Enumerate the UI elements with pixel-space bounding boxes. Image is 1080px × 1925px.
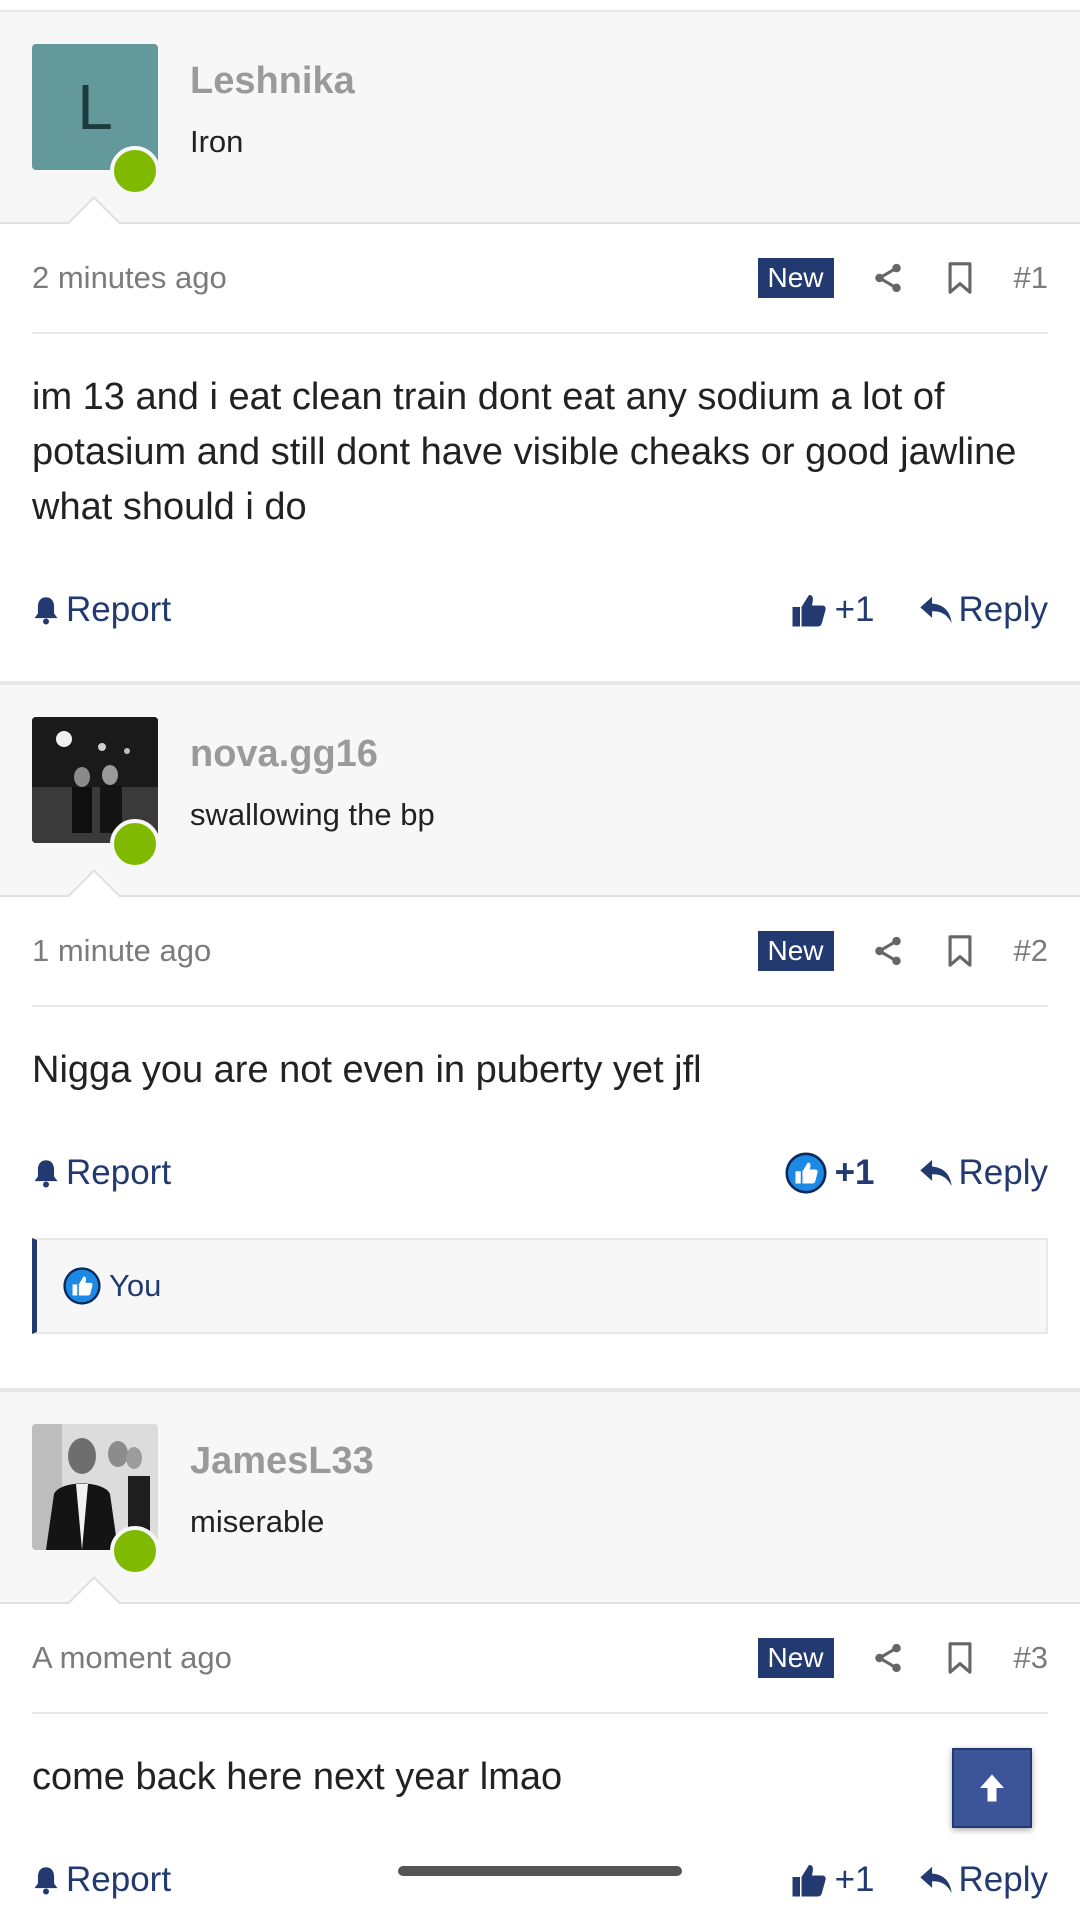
report-label: Report bbox=[66, 590, 172, 629]
thumbs-up-icon bbox=[792, 1865, 826, 1897]
arrow-notch bbox=[66, 869, 122, 898]
user-block: nova.gg16 swallowing the bp bbox=[0, 685, 1080, 898]
share-icon[interactable] bbox=[870, 260, 906, 296]
report-button[interactable]: Report bbox=[32, 1153, 785, 1193]
reply-label: Reply bbox=[958, 1153, 1048, 1192]
online-status-dot bbox=[110, 146, 160, 196]
post-number[interactable]: #1 bbox=[1014, 260, 1048, 296]
like-button[interactable]: +1 bbox=[785, 1152, 875, 1194]
new-badge: New bbox=[757, 1638, 834, 1678]
user-block: L Leshnika Iron bbox=[0, 12, 1080, 225]
post-content: im 13 and i eat clean train dont eat any… bbox=[32, 376, 1017, 528]
reply-button[interactable]: Reply bbox=[919, 1153, 1048, 1193]
timestamp[interactable]: 1 minute ago bbox=[32, 933, 758, 969]
new-badge: New bbox=[757, 258, 834, 298]
reply-label: Reply bbox=[958, 590, 1048, 629]
reaction-user[interactable]: You bbox=[109, 1268, 161, 1304]
post-actions: Report +1 Reply bbox=[32, 1128, 1048, 1218]
post-number[interactable]: #3 bbox=[1014, 1640, 1048, 1676]
report-label: Report bbox=[66, 1860, 172, 1899]
share-icon[interactable] bbox=[870, 933, 906, 969]
reply-icon bbox=[919, 1159, 952, 1187]
report-button[interactable]: Report bbox=[32, 590, 791, 630]
reply-icon bbox=[919, 596, 952, 624]
thumbs-up-icon bbox=[785, 1152, 827, 1194]
post-actions: Report +1 Reply bbox=[32, 565, 1048, 655]
share-icon[interactable] bbox=[870, 1640, 906, 1676]
username[interactable]: JamesL33 bbox=[190, 1440, 374, 1483]
post-number[interactable]: #2 bbox=[1014, 933, 1048, 969]
arrow-notch bbox=[66, 196, 122, 225]
post-actions: Report +1 Reply bbox=[32, 1835, 1048, 1925]
bookmark-icon[interactable] bbox=[942, 933, 978, 969]
reactions-bar[interactable]: You bbox=[32, 1238, 1048, 1334]
post-2: nova.gg16 swallowing the bp 1 minute ago… bbox=[0, 683, 1080, 1390]
post-meta: A moment ago New #3 bbox=[32, 1604, 1048, 1714]
post-content: come back here next year lmao bbox=[32, 1756, 563, 1798]
like-count: +1 bbox=[834, 1860, 875, 1899]
post-separator bbox=[0, 1362, 1080, 1390]
online-status-dot bbox=[110, 819, 160, 869]
user-title: miserable bbox=[190, 1504, 325, 1539]
scroll-to-top-button[interactable] bbox=[952, 1748, 1032, 1828]
post-separator bbox=[0, 655, 1080, 683]
avatar-letter: L bbox=[77, 71, 113, 143]
thumbs-up-icon bbox=[63, 1267, 101, 1305]
user-title: swallowing the bp bbox=[190, 797, 435, 832]
like-button[interactable]: +1 bbox=[791, 1860, 875, 1900]
post-3: JamesL33 miserable A moment ago New #3 c… bbox=[0, 1390, 1080, 1925]
new-badge: New bbox=[757, 931, 834, 971]
reply-button[interactable]: Reply bbox=[919, 1860, 1048, 1900]
arrow-notch bbox=[66, 1576, 122, 1605]
reply-icon bbox=[919, 1866, 952, 1894]
online-status-dot bbox=[110, 1526, 160, 1576]
bookmark-icon[interactable] bbox=[942, 1640, 978, 1676]
timestamp[interactable]: 2 minutes ago bbox=[32, 260, 758, 296]
bookmark-icon[interactable] bbox=[942, 260, 978, 296]
username[interactable]: Leshnika bbox=[190, 60, 355, 103]
report-label: Report bbox=[66, 1153, 172, 1192]
like-count: +1 bbox=[834, 1153, 875, 1192]
post-content: Nigga you are not even in puberty yet jf… bbox=[32, 1049, 702, 1091]
arrow-up-icon bbox=[980, 1774, 1004, 1802]
bell-icon bbox=[34, 597, 58, 625]
like-count: +1 bbox=[834, 590, 875, 629]
bell-icon bbox=[34, 1160, 58, 1188]
post-1: L Leshnika Iron 2 minutes ago New #1 im … bbox=[0, 10, 1080, 683]
post-meta: 1 minute ago New #2 bbox=[32, 897, 1048, 1007]
bell-icon bbox=[34, 1867, 58, 1895]
user-title: Iron bbox=[190, 124, 244, 159]
timestamp[interactable]: A moment ago bbox=[32, 1640, 758, 1676]
thumbs-up-icon bbox=[792, 595, 826, 627]
reply-button[interactable]: Reply bbox=[919, 590, 1048, 630]
like-button[interactable]: +1 bbox=[791, 590, 875, 630]
post-meta: 2 minutes ago New #1 bbox=[32, 224, 1048, 334]
home-indicator[interactable] bbox=[398, 1866, 682, 1876]
reply-label: Reply bbox=[958, 1860, 1048, 1899]
user-block: JamesL33 miserable bbox=[0, 1392, 1080, 1605]
username[interactable]: nova.gg16 bbox=[190, 733, 378, 776]
